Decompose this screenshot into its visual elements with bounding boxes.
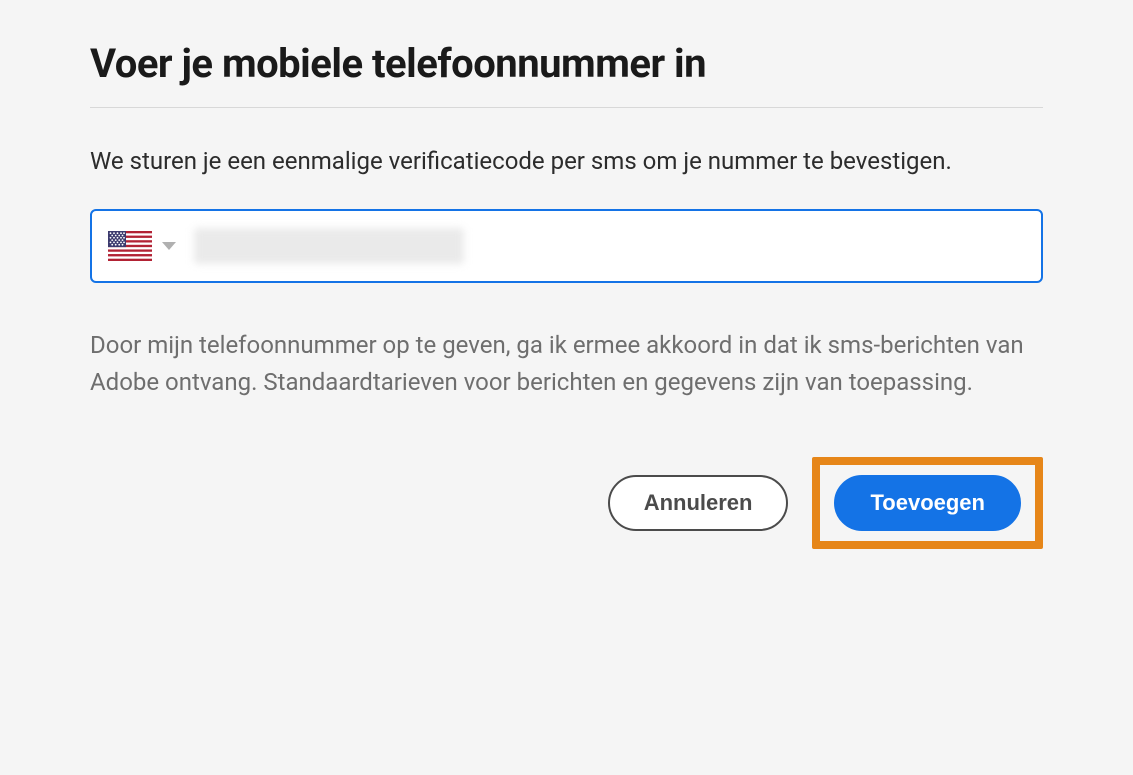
add-button[interactable]: Toevoegen	[834, 475, 1021, 531]
caret-down-icon	[162, 242, 176, 250]
dialog-description: We sturen je een eenmalige verificatieco…	[90, 144, 1043, 179]
phone-entry-dialog: Voer je mobiele telefoonnummer in We stu…	[90, 40, 1043, 549]
phone-number-value-redacted[interactable]	[194, 228, 464, 264]
button-row: Annuleren Toevoegen	[90, 457, 1043, 549]
country-selector[interactable]	[108, 231, 176, 261]
dialog-title: Voer je mobiele telefoonnummer in	[90, 40, 1043, 87]
cancel-button[interactable]: Annuleren	[608, 475, 789, 531]
disclaimer-text: Door mijn telefoonnummer op te geven, ga…	[90, 327, 1043, 401]
instruction-highlight: Toevoegen	[812, 457, 1043, 549]
divider	[90, 107, 1043, 108]
us-flag-icon	[108, 231, 152, 261]
phone-input-field[interactable]	[90, 209, 1043, 283]
